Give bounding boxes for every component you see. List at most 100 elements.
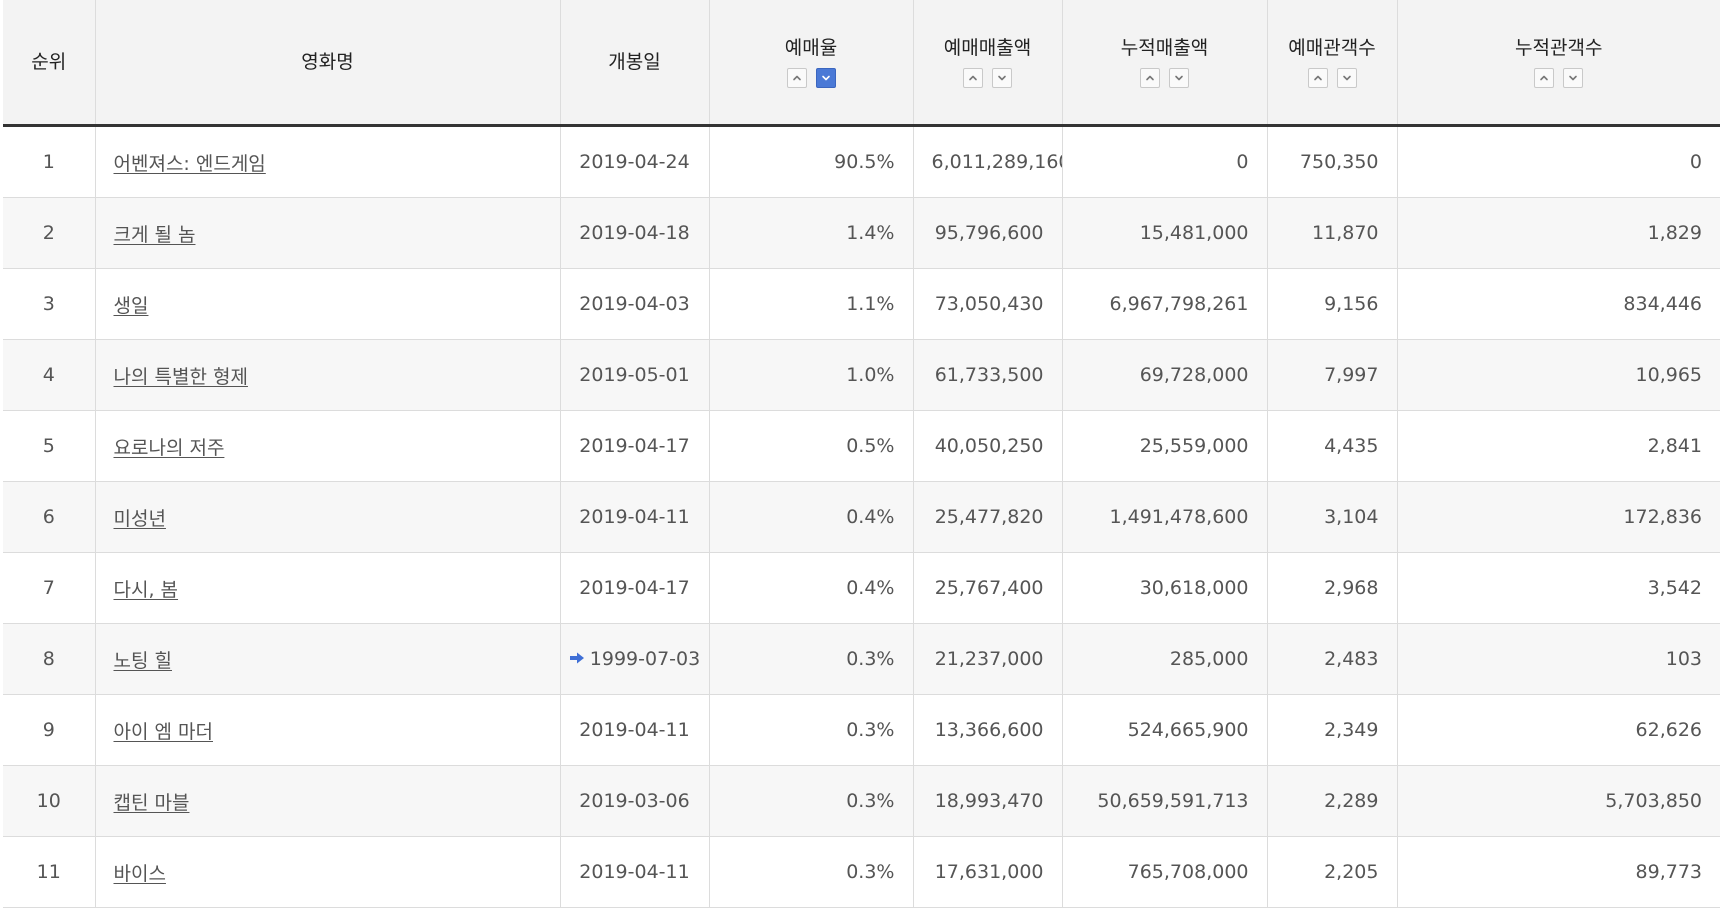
sort-descending-button[interactable] <box>815 67 836 88</box>
chevron-up-icon <box>1540 75 1549 80</box>
sort-ascending-button[interactable] <box>963 67 983 88</box>
table-row: 6 미성년 2019-04-11 0.4% 25,477,820 1,491,478,60… <box>3 481 1720 553</box>
cell-cum-audience: 172,836 <box>1396 481 1720 553</box>
cell-audience: 750,350 <box>1266 125 1397 198</box>
cell-sales: 18,993,470 <box>912 765 1062 837</box>
release-date: 1999-07-03 <box>589 648 701 670</box>
cell-release: 2019-04-11 <box>559 694 709 766</box>
cell-share: 0.3% <box>708 765 913 837</box>
release-date: 2019-04-24 <box>579 151 690 173</box>
cell-share: 0.3% <box>708 623 913 695</box>
sort-descending-button[interactable] <box>992 67 1012 88</box>
cell-audience: 3,104 <box>1266 481 1397 553</box>
table-row: 10 캡틴 마블 2019-03-06 0.3% 18,993,470 50,659,59… <box>3 765 1720 837</box>
sort-ascending-button[interactable] <box>786 67 807 88</box>
movie-title-link[interactable]: 다시, 봄 <box>114 579 179 601</box>
cell-cum-sales: 50,659,591,713 <box>1061 765 1267 837</box>
release-date: 2019-03-06 <box>579 790 690 812</box>
column-header-title: 영화명 <box>94 0 560 127</box>
movie-title-link[interactable]: 노팅 힐 <box>114 650 172 672</box>
cell-cum-sales: 285,000 <box>1061 623 1267 695</box>
release-date: 2019-04-18 <box>579 222 690 244</box>
cell-cum-audience: 3,542 <box>1396 552 1720 624</box>
cell-audience: 2,483 <box>1266 623 1397 695</box>
movie-title-link[interactable]: 캡틴 마블 <box>114 792 190 814</box>
release-date: 2019-04-17 <box>579 435 690 457</box>
cell-title: 캡틴 마블 <box>94 765 560 837</box>
table-row: 9 아이 엠 마더 2019-04-11 0.3% 13,366,600 524,665,… <box>3 694 1720 766</box>
movie-title-link[interactable]: 바이스 <box>114 863 166 885</box>
cell-sales: 21,237,000 <box>912 623 1062 695</box>
column-header-label: 개봉일 <box>608 51 661 73</box>
column-header-release: 개봉일 <box>559 0 709 127</box>
cell-sales: 6,011,289,160 <box>912 125 1062 198</box>
cell-title: 요로나의 저주 <box>94 410 560 482</box>
column-header-share: 예매율 <box>708 0 913 127</box>
sort-descending-button[interactable] <box>1563 67 1584 88</box>
cell-rank: 11 <box>3 836 95 908</box>
sort-controls <box>914 67 1062 88</box>
sort-descending-button[interactable] <box>1336 67 1357 88</box>
cell-cum-sales: 30,618,000 <box>1061 552 1267 624</box>
movie-title-link[interactable]: 어벤져스: 엔드게임 <box>114 153 266 175</box>
chevron-down-icon <box>998 75 1006 80</box>
column-header-label: 예매관객수 <box>1288 36 1376 59</box>
movie-title-link[interactable]: 크게 될 놈 <box>114 224 196 246</box>
cell-cum-sales: 69,728,000 <box>1061 339 1267 411</box>
chevron-up-icon <box>969 75 977 80</box>
cell-release: 1999-07-03 <box>559 623 709 695</box>
cell-share: 0.4% <box>708 552 913 624</box>
cell-release: 2019-04-17 <box>559 410 709 482</box>
cell-sales: 40,050,250 <box>912 410 1062 482</box>
chevron-down-icon <box>1175 75 1183 80</box>
cell-share: 1.0% <box>708 339 913 411</box>
sort-descending-button[interactable] <box>1169 67 1189 88</box>
movie-title-link[interactable]: 요로나의 저주 <box>114 437 225 459</box>
cell-cum-audience: 5,703,850 <box>1396 765 1720 837</box>
cell-rank: 3 <box>3 268 95 340</box>
cell-title: 크게 될 놈 <box>94 197 560 269</box>
column-header-rank: 순위 <box>3 0 95 127</box>
column-header-audience: 예매관객수 <box>1266 0 1397 127</box>
cell-share: 1.1% <box>708 268 913 340</box>
cell-cum-sales: 524,665,900 <box>1061 694 1267 766</box>
chevron-up-icon <box>792 75 801 80</box>
cell-title: 바이스 <box>94 836 560 908</box>
sort-controls <box>710 67 913 88</box>
chevron-down-icon <box>1342 75 1351 80</box>
sort-ascending-button[interactable] <box>1534 67 1555 88</box>
cell-release: 2019-03-06 <box>559 765 709 837</box>
cell-release: 2019-04-24 <box>559 125 709 198</box>
cell-cum-audience: 834,446 <box>1396 268 1720 340</box>
cell-cum-audience: 62,626 <box>1396 694 1720 766</box>
cell-rank: 8 <box>3 623 95 695</box>
cell-share: 90.5% <box>708 125 913 198</box>
cell-share: 0.5% <box>708 410 913 482</box>
cell-rank: 6 <box>3 481 95 553</box>
cell-cum-audience: 89,773 <box>1396 836 1720 908</box>
movie-title-link[interactable]: 미성년 <box>114 508 166 530</box>
column-header-cum-sales: 누적매출액 <box>1061 0 1267 127</box>
movie-title-link[interactable]: 아이 엠 마더 <box>114 721 213 743</box>
cell-cum-audience: 1,829 <box>1396 197 1720 269</box>
cell-release: 2019-04-11 <box>559 481 709 553</box>
movie-title-link[interactable]: 나의 특별한 형제 <box>114 366 248 388</box>
column-header-label: 누적매출액 <box>1120 36 1209 59</box>
cell-release: 2019-04-11 <box>559 836 709 908</box>
movie-title-link[interactable]: 생일 <box>114 295 149 317</box>
sort-ascending-button[interactable] <box>1140 67 1160 88</box>
cell-audience: 2,205 <box>1266 836 1397 908</box>
sort-ascending-button[interactable] <box>1307 67 1328 88</box>
sort-controls <box>1398 67 1720 88</box>
cell-audience: 11,870 <box>1266 197 1397 269</box>
chevron-up-icon <box>1313 75 1322 80</box>
column-header-label: 예매율 <box>784 36 838 59</box>
chevron-down-icon <box>821 75 830 80</box>
cell-sales: 61,733,500 <box>912 339 1062 411</box>
cell-cum-sales: 0 <box>1061 125 1267 198</box>
cell-cum-sales: 25,559,000 <box>1061 410 1267 482</box>
column-header-label: 누적관객수 <box>1515 36 1603 59</box>
table-row: 7 다시, 봄 2019-04-17 0.4% 25,767,400 30,618,000… <box>3 552 1720 624</box>
column-header-sales: 예매매출액 <box>912 0 1062 127</box>
cell-audience: 7,997 <box>1266 339 1397 411</box>
